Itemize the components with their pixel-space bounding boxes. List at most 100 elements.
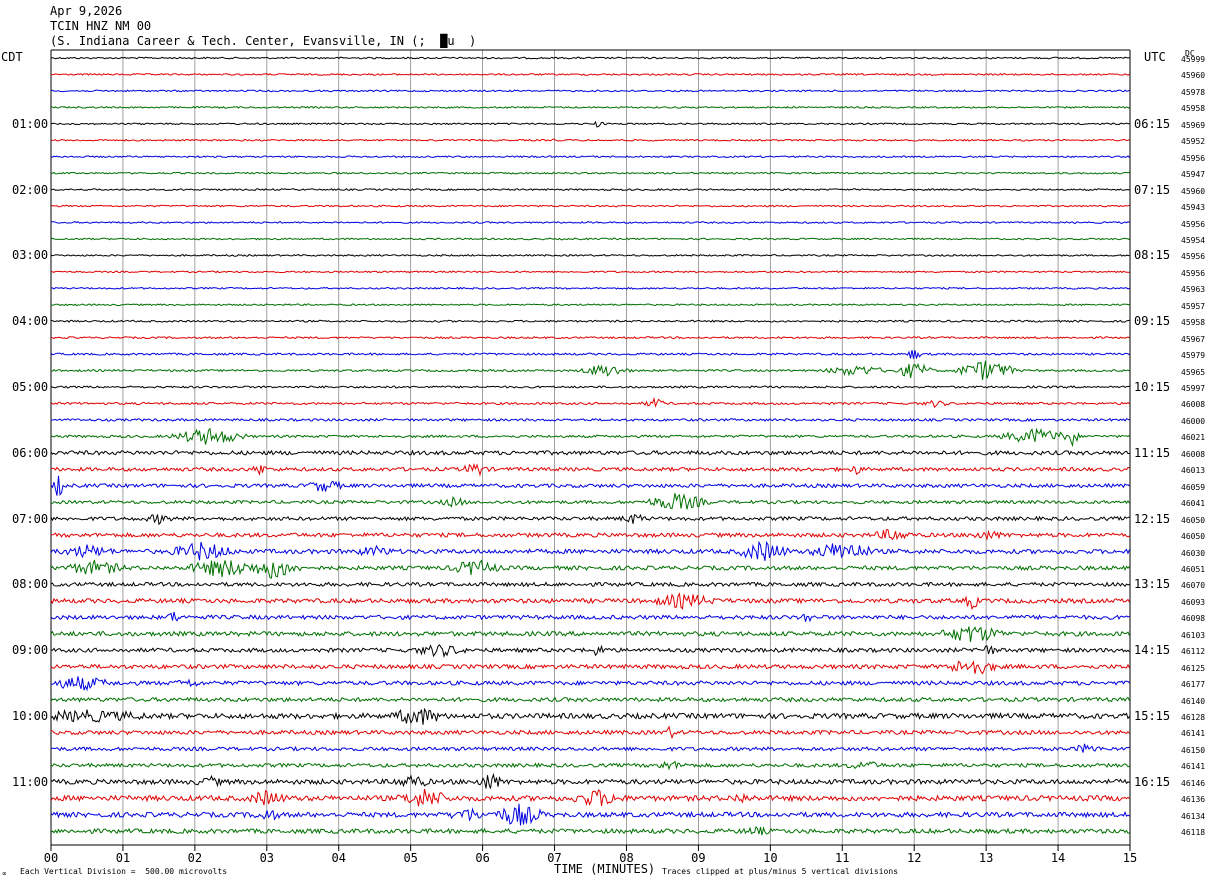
dc-offset-label: 45956 — [1181, 219, 1206, 229]
trace-line — [50, 725, 1130, 740]
x-tick-label: 00 — [44, 851, 58, 865]
trace-line — [50, 89, 1130, 93]
trace-line — [50, 493, 1130, 510]
x-tick-label: 03 — [260, 851, 274, 865]
station-label: TCIN HNZ NM 00 — [50, 19, 152, 33]
trace-line — [50, 188, 1130, 192]
dc-offset-label: 46070 — [1181, 581, 1206, 591]
dc-offset-label: 46000 — [1181, 416, 1206, 426]
trace-line — [50, 644, 1130, 658]
trace-line — [50, 237, 1130, 241]
dc-offset-label: 45969 — [1181, 120, 1206, 130]
trace-line — [50, 303, 1130, 307]
x-tick-label: 05 — [403, 851, 417, 865]
dc-offset-label: 46146 — [1181, 778, 1206, 788]
utc-hour-label: 13:15 — [1134, 577, 1171, 592]
x-tick-label: 14 — [1051, 851, 1065, 865]
dc-offset-label: 46141 — [1181, 762, 1206, 772]
utc-hour-label: 06:15 — [1134, 116, 1171, 131]
dc-offset-label: 46041 — [1181, 499, 1206, 509]
trace-line — [51, 743, 1130, 753]
dc-offset-label: 45958 — [1181, 104, 1206, 114]
dc-offset-label: 46140 — [1181, 696, 1206, 706]
cdt-hour-label: 03:00 — [12, 248, 49, 263]
utc-hour-label: 16:15 — [1134, 774, 1171, 789]
trace-line — [50, 336, 1130, 340]
grid — [50, 49, 1131, 846]
dc-offset-label: 46136 — [1181, 795, 1206, 805]
x-tick-label: 15 — [1123, 851, 1137, 865]
cdt-hour-label: 06:00 — [12, 445, 49, 460]
trace-line — [50, 56, 1130, 60]
trace-line — [50, 611, 1130, 623]
trace-line — [50, 221, 1130, 224]
trace-line — [50, 788, 1130, 807]
trace-line — [50, 427, 1130, 448]
trace-line — [50, 105, 1130, 109]
trace-line — [50, 803, 1130, 826]
dc-offset-label: 46051 — [1181, 564, 1206, 574]
trace-line — [50, 475, 1130, 496]
cdt-hour-label: 10:00 — [12, 709, 49, 723]
trace-line — [50, 513, 1130, 526]
x-tick-label: 06 — [475, 851, 489, 865]
trace-line — [50, 319, 1130, 323]
dc-offset-label: 45947 — [1181, 170, 1206, 180]
dc-offset-label: 45999 — [1181, 55, 1206, 64]
trace-line — [50, 772, 1130, 789]
corner-mark: ∝ — [2, 869, 7, 878]
trace-line — [50, 138, 1130, 142]
dc-offset-label: 45954 — [1181, 235, 1206, 245]
dc-offset-label: 46059 — [1181, 482, 1206, 492]
dc-offset-label: 46030 — [1181, 548, 1206, 558]
utc-hour-label: 09:15 — [1134, 314, 1171, 329]
dc-offset-label: 45956 — [1181, 153, 1206, 163]
dc-offset-label: 46177 — [1181, 680, 1206, 690]
dc-offset-label: 46050 — [1181, 515, 1206, 525]
trace-line — [50, 155, 1130, 159]
trace-line — [50, 825, 1130, 836]
trace-group — [50, 56, 1130, 836]
utc-hour-label: 12:15 — [1134, 511, 1171, 526]
dc-offset-label: 46098 — [1181, 614, 1206, 624]
trace-line — [50, 204, 1130, 208]
dc-offset-label: 46008 — [1181, 449, 1206, 459]
trace-line — [50, 286, 1130, 290]
utc-hour-label: 11:15 — [1134, 445, 1171, 460]
utc-hour-label: 14:15 — [1134, 643, 1171, 658]
dc-offset-label: 45956 — [1181, 252, 1206, 262]
clip-note: Traces clipped at plus/minus 5 vertical … — [662, 867, 899, 876]
trace-line — [50, 385, 1130, 389]
dc-offset-label: 45952 — [1181, 137, 1206, 147]
trace-line — [50, 760, 1130, 771]
dc-offset-label: 45997 — [1181, 384, 1206, 393]
cdt-axis-label: CDT — [1, 50, 23, 64]
trace-line — [50, 449, 1130, 456]
dc-offset-label: 45960 — [1181, 71, 1206, 81]
trace-line — [50, 73, 1130, 76]
x-tick-label: 09 — [691, 851, 705, 865]
dc-offset-label: 45960 — [1181, 186, 1206, 196]
dc-offset-label: 46118 — [1181, 828, 1206, 838]
trace-line — [50, 676, 1130, 692]
trace-line — [50, 696, 1130, 703]
dc-offset-label: 45979 — [1181, 351, 1206, 361]
x-axis-label: TIME (MINUTES) — [554, 862, 656, 876]
x-tick-label: 13 — [979, 851, 993, 865]
trace-line — [50, 270, 1130, 274]
dc-offset-label: 45957 — [1181, 301, 1206, 311]
x-tick-label: 11 — [835, 851, 849, 865]
dc-offset-label: 45978 — [1181, 87, 1206, 97]
dc-offset-label: 46013 — [1181, 466, 1206, 476]
trace-line — [50, 417, 1130, 422]
date-label: Apr 9,2026 — [50, 4, 123, 18]
cdt-hour-label: 11:00 — [12, 774, 49, 789]
seismogram-plot: 00 01 02 03 04 05 06 07 08 09 10 11 12 13 14 15 — [44, 49, 1137, 865]
dc-offset-label: 46103 — [1181, 630, 1206, 640]
cdt-hour-label: 07:00 — [12, 511, 49, 526]
trace-line — [50, 660, 1130, 675]
dc-offset-label: 46128 — [1181, 713, 1206, 722]
dc-offset-label: 46021 — [1181, 433, 1206, 443]
trace-line — [50, 396, 1130, 409]
x-tick-label: 04 — [332, 851, 346, 865]
